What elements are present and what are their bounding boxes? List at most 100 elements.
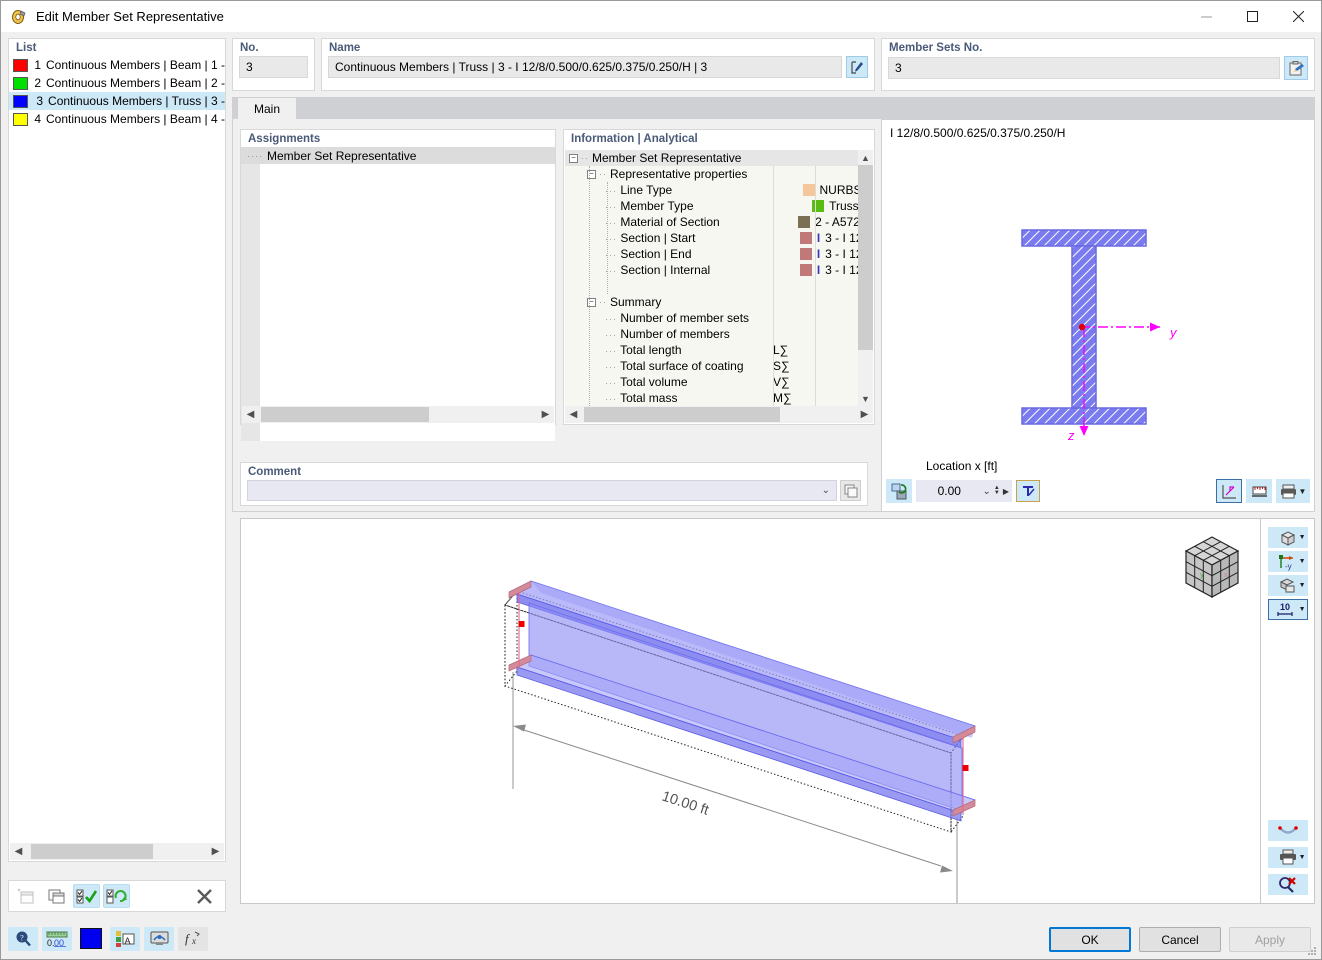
new-item-button[interactable] bbox=[13, 884, 40, 908]
toggle-dimensions-button[interactable] bbox=[1216, 479, 1242, 503]
chevron-down-icon[interactable]: ⌄ bbox=[822, 485, 830, 496]
section-profile-icon: I bbox=[817, 231, 820, 245]
scroll-track[interactable] bbox=[259, 406, 537, 423]
section-profile-icon: I bbox=[817, 263, 820, 277]
invert-selection-button[interactable] bbox=[103, 884, 130, 908]
edit-name-button[interactable] bbox=[846, 56, 868, 78]
next-location-icon[interactable]: ▶ bbox=[1003, 487, 1009, 496]
comment-label: Comment bbox=[241, 463, 867, 480]
scroll-left-icon[interactable]: ◀ bbox=[242, 406, 259, 423]
list-horizontal-scrollbar[interactable]: ◀ ▶ bbox=[10, 843, 224, 860]
number-input[interactable]: 3 bbox=[239, 56, 308, 78]
scroll-right-icon[interactable]: ▶ bbox=[537, 406, 554, 423]
svg-text:x: x bbox=[1224, 572, 1228, 579]
scroll-thumb[interactable] bbox=[858, 165, 873, 350]
display-style-button[interactable]: ▼ bbox=[1268, 575, 1308, 596]
maximize-button[interactable] bbox=[1229, 1, 1275, 32]
pick-member-sets-button[interactable] bbox=[1284, 56, 1308, 80]
tree-row-label: Section | End bbox=[620, 247, 691, 261]
cancel-button[interactable]: Cancel bbox=[1139, 927, 1221, 952]
display-properties-button[interactable] bbox=[144, 927, 174, 951]
scroll-left-icon[interactable]: ◀ bbox=[565, 406, 582, 423]
chevron-down-icon[interactable]: ▼ bbox=[1299, 582, 1306, 589]
scroll-right-icon[interactable]: ▶ bbox=[856, 406, 873, 423]
layer-color-button[interactable]: A bbox=[110, 927, 140, 951]
window-title: Edit Member Set Representative bbox=[36, 9, 224, 24]
scroll-right-icon[interactable]: ▶ bbox=[207, 843, 224, 860]
collapse-icon[interactable]: − bbox=[569, 154, 578, 163]
scroll-thumb[interactable] bbox=[584, 407, 780, 422]
section-preview-panel: I 12/8/0.500/0.625/0.375/0.250/H y z bbox=[881, 119, 1315, 512]
list-item-number: 4 bbox=[34, 112, 41, 126]
window-controls bbox=[1183, 1, 1321, 32]
delete-item-button[interactable] bbox=[191, 884, 218, 908]
print-view-button[interactable]: ▼ bbox=[1268, 847, 1308, 868]
tree-guide-icon: ···· bbox=[247, 151, 263, 161]
spinner-arrows-icon[interactable]: ▲▼ bbox=[994, 486, 1000, 496]
assignments-root-row[interactable]: ···· Member Set Representative bbox=[241, 147, 555, 164]
print-section-button[interactable]: ▼ bbox=[1276, 479, 1310, 503]
list-item-selected[interactable]: 3 Continuous Members | Truss | 3 - bbox=[9, 92, 225, 110]
render-mode-button[interactable]: ▼ bbox=[1268, 527, 1308, 548]
minimize-button[interactable] bbox=[1183, 1, 1229, 32]
zoom-scale-button[interactable]: 10 ▼ bbox=[1268, 599, 1308, 620]
information-label: Information | Analytical bbox=[564, 130, 874, 147]
color-swatch-button[interactable] bbox=[76, 927, 106, 951]
list-item[interactable]: 2 Continuous Members | Beam | 2 - bbox=[9, 74, 225, 92]
tab-main[interactable]: Main bbox=[237, 97, 297, 119]
list-item[interactable]: 4 Continuous Members | Beam | 4 - bbox=[9, 110, 225, 128]
comment-input[interactable]: ⌄ bbox=[247, 480, 837, 501]
information-panel: Information | Analytical − ·· Member Set… bbox=[563, 129, 875, 425]
information-tree[interactable]: − ·· Member Set Representative − ·· Repr… bbox=[565, 150, 858, 406]
chevron-down-icon[interactable]: ▼ bbox=[1299, 854, 1306, 861]
location-x-spinner[interactable]: 0.00 ⌄ ▲▼ ▶ bbox=[916, 480, 1012, 502]
chevron-down-icon[interactable]: ▼ bbox=[1299, 534, 1306, 541]
tree-row-root[interactable]: − ·· Member Set Representative bbox=[565, 150, 858, 166]
scroll-thumb[interactable] bbox=[261, 407, 429, 422]
info-tool-button[interactable]: ? bbox=[8, 927, 38, 951]
toggle-axes-button[interactable] bbox=[1016, 480, 1040, 502]
location-x-value: 0.00 bbox=[919, 484, 980, 498]
resize-grip[interactable] bbox=[1306, 945, 1318, 957]
tree-indent-guide bbox=[607, 182, 608, 294]
copy-item-button[interactable] bbox=[43, 884, 70, 908]
assignments-horizontal-scrollbar[interactable]: ◀ ▶ bbox=[242, 406, 554, 423]
view-cube[interactable]: y x bbox=[1172, 527, 1252, 607]
list-item[interactable]: 1 Continuous Members | Beam | 1 - bbox=[9, 56, 225, 74]
tree-row-value: 2 - A572, bbox=[815, 215, 858, 229]
tree-row-value: 3 - I 12 bbox=[825, 263, 858, 277]
ok-button[interactable]: OK bbox=[1049, 927, 1131, 952]
app-icon bbox=[10, 8, 28, 26]
information-horizontal-scrollbar[interactable]: ◀ ▶ bbox=[565, 406, 873, 423]
assignments-tree-body[interactable] bbox=[241, 164, 555, 441]
information-vertical-scrollbar[interactable]: ▲ ▼ bbox=[858, 150, 873, 406]
numeric-format-button[interactable]: 0. 00 bbox=[42, 927, 72, 951]
clear-selection-button[interactable] bbox=[1268, 874, 1308, 895]
close-button[interactable] bbox=[1275, 1, 1321, 32]
scroll-track[interactable] bbox=[27, 843, 207, 860]
select-all-button[interactable] bbox=[73, 884, 100, 908]
refresh-section-button[interactable] bbox=[886, 479, 912, 503]
tree-column-separator bbox=[773, 166, 774, 406]
scroll-down-icon[interactable]: ▼ bbox=[858, 391, 873, 406]
tree-row-label: Total surface of coating bbox=[620, 359, 743, 373]
tree-guide-icon: ··· bbox=[605, 362, 617, 372]
member-sets-no-label: Member Sets No. bbox=[882, 39, 1314, 56]
scroll-thumb[interactable] bbox=[31, 844, 153, 859]
list-item-number: 3 bbox=[34, 94, 43, 108]
chevron-down-icon[interactable]: ▼ bbox=[1299, 558, 1306, 565]
member-sets-no-input[interactable]: 3 bbox=[888, 57, 1280, 79]
measure-button[interactable] bbox=[1246, 479, 1272, 503]
scroll-up-icon[interactable]: ▲ bbox=[858, 150, 873, 165]
scroll-track[interactable] bbox=[582, 406, 856, 423]
model-viewport[interactable]: 10.00 ft y x bbox=[240, 518, 1261, 904]
chevron-down-icon[interactable]: ⌄ bbox=[983, 486, 991, 497]
view-direction-button[interactable]: -y ▼ bbox=[1268, 551, 1308, 572]
smooth-view-button[interactable] bbox=[1268, 820, 1308, 841]
formula-button[interactable]: f x bbox=[178, 927, 208, 951]
comment-library-button[interactable] bbox=[840, 480, 861, 501]
chevron-down-icon[interactable]: ▼ bbox=[1299, 606, 1306, 613]
name-input[interactable]: Continuous Members | Truss | 3 - I 12/8/… bbox=[328, 56, 842, 78]
chevron-down-icon[interactable]: ▼ bbox=[1299, 487, 1307, 496]
scroll-left-icon[interactable]: ◀ bbox=[10, 843, 27, 860]
